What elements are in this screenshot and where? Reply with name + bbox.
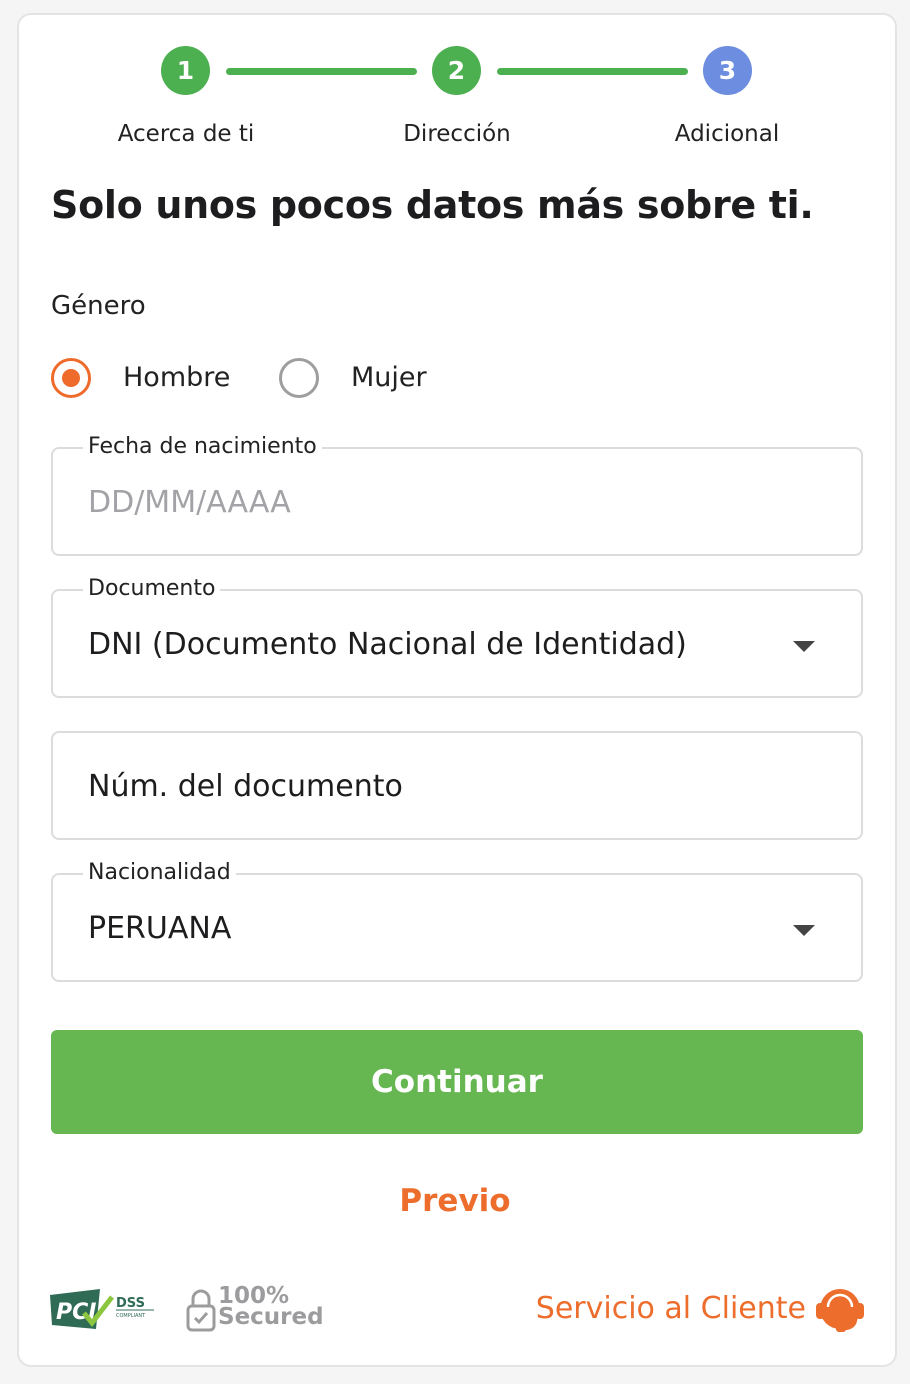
svg-text:COMPLIANT: COMPLIANT — [116, 1313, 146, 1319]
svg-text:DSS: DSS — [116, 1296, 145, 1311]
nationality-label: Nacionalidad — [83, 860, 236, 886]
step-2-label: Dirección — [403, 121, 511, 147]
customer-service-link[interactable]: Servicio al Cliente — [536, 1291, 806, 1326]
secured-badge-text: 100% Secured — [218, 1285, 324, 1330]
previous-link[interactable]: Previo — [0, 1183, 910, 1219]
document-number-placeholder: Núm. del documento — [88, 769, 403, 804]
gender-radio-female-label[interactable]: Mujer — [351, 362, 427, 393]
secured-word: Secured — [218, 1304, 324, 1330]
chevron-down-icon — [793, 925, 815, 936]
document-type-value: DNI (Documento Nacional de Identidad) — [88, 627, 687, 662]
step-connector-1 — [226, 68, 417, 75]
pci-dss-logo: PCI DSS COMPLIANT — [50, 1289, 154, 1329]
continue-button[interactable]: Continuar — [51, 1030, 863, 1134]
nationality-select[interactable]: Nacionalidad PERUANA — [51, 860, 863, 982]
gender-radio-female[interactable] — [279, 358, 319, 398]
chevron-down-icon — [793, 641, 815, 652]
step-2-circle: 2 — [432, 46, 481, 95]
birthdate-placeholder: DD/MM/AAAA — [88, 485, 291, 520]
step-1-circle: 1 — [161, 46, 210, 95]
lock-icon — [186, 1289, 216, 1332]
step-1-label: Acerca de ti — [117, 121, 255, 147]
step-3-label: Adicional — [674, 121, 780, 147]
nationality-value: PERUANA — [88, 911, 232, 946]
document-type-label: Documento — [83, 576, 221, 602]
step-connector-2 — [497, 68, 688, 75]
gender-radio-male-label[interactable]: Hombre — [123, 362, 230, 393]
page-title: Solo unos pocos datos más sobre ti. — [51, 183, 814, 227]
headset-icon[interactable] — [816, 1285, 864, 1335]
step-2-number: 2 — [447, 56, 466, 85]
document-number-input[interactable]: Núm. del documento — [51, 731, 863, 840]
step-1-number: 1 — [176, 56, 195, 85]
step-3-circle: 3 — [703, 46, 752, 95]
document-type-select[interactable]: Documento DNI (Documento Nacional de Ide… — [51, 576, 863, 698]
gender-label: Género — [51, 291, 146, 321]
birthdate-field[interactable]: Fecha de nacimiento DD/MM/AAAA — [51, 434, 863, 556]
gender-radio-male[interactable] — [51, 358, 91, 398]
step-3-number: 3 — [718, 56, 737, 85]
birthdate-label: Fecha de nacimiento — [83, 434, 322, 460]
